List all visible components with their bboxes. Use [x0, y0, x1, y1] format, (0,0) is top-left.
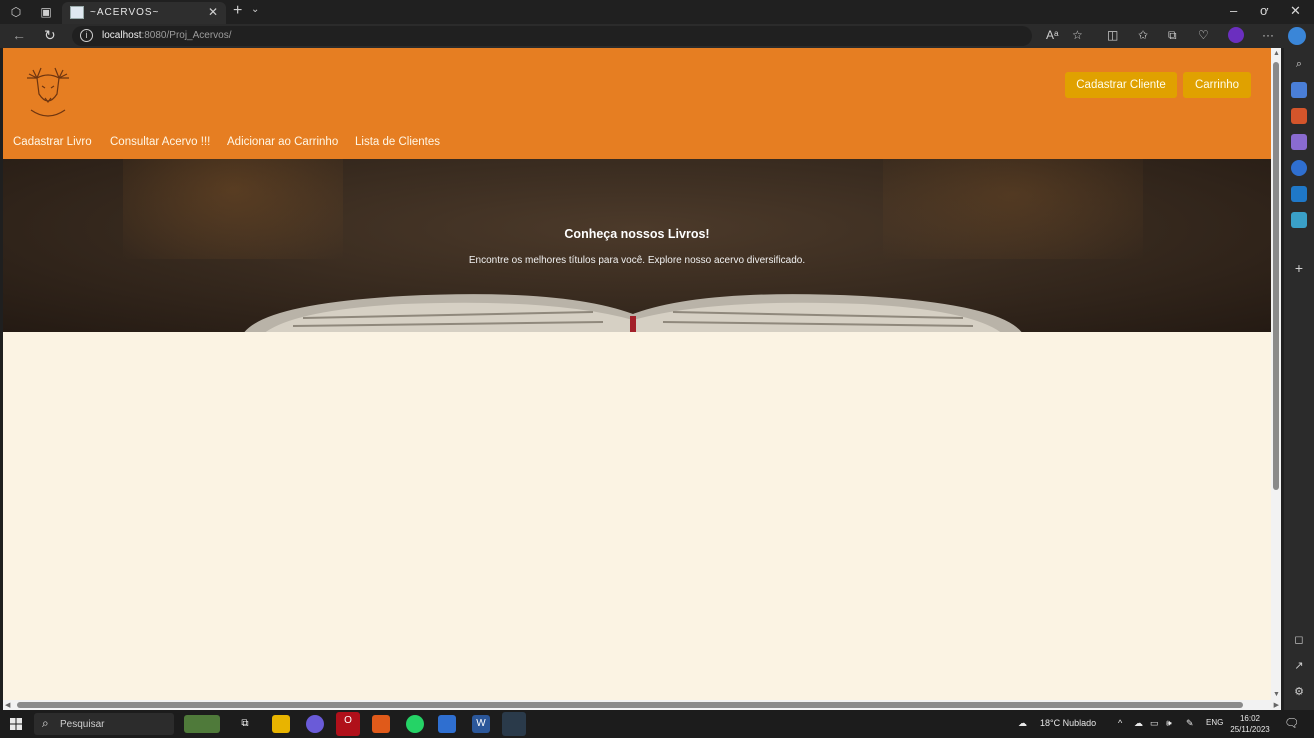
- network-icon[interactable]: ▭: [1150, 718, 1159, 729]
- collections-icon[interactable]: ⧉: [1168, 28, 1177, 43]
- scroll-left-icon[interactable]: ◀: [5, 701, 10, 709]
- site-header: Cadastrar Cliente Carrinho Cadastrar Liv…: [3, 48, 1271, 159]
- cadastrar-cliente-button[interactable]: Cadastrar Cliente: [1065, 72, 1177, 98]
- back-icon[interactable]: ←: [12, 27, 26, 43]
- close-tab-icon[interactable]: ✕: [208, 5, 218, 19]
- volume-icon[interactable]: 🕪: [1166, 718, 1172, 729]
- tools-icon[interactable]: [1291, 108, 1307, 124]
- add-sidebar-app-icon[interactable]: +: [1291, 260, 1307, 276]
- whatsapp-icon[interactable]: [406, 715, 424, 733]
- address-bar[interactable]: i localhost:8080/Proj_Acervos/: [72, 26, 1032, 46]
- favorites-icon[interactable]: ✩: [1138, 28, 1148, 42]
- tab-actions-icon[interactable]: ▣: [38, 4, 54, 20]
- read-aloud-icon[interactable]: Aᵃ: [1046, 28, 1058, 42]
- scroll-down-icon[interactable]: ▼: [1273, 691, 1280, 698]
- workspaces-icon[interactable]: ⬡: [8, 4, 24, 20]
- new-tab-icon[interactable]: +: [233, 2, 242, 20]
- word-icon[interactable]: W: [472, 715, 490, 733]
- profile-avatar[interactable]: [1228, 27, 1244, 43]
- tab-title: ~ACERVOS~: [90, 7, 160, 18]
- page-favicon-icon: [70, 6, 84, 19]
- horizontal-scrollbar[interactable]: ◀ ▶: [3, 700, 1281, 710]
- clock-time: 16:02: [1239, 714, 1261, 723]
- url-text: localhost:8080/Proj_Acervos/: [102, 30, 232, 41]
- games-icon[interactable]: [1291, 134, 1307, 150]
- chrome-app-icon[interactable]: [306, 715, 324, 733]
- acervos-deer-logo: [27, 67, 69, 117]
- split-screen-icon[interactable]: ◫: [1107, 28, 1118, 42]
- edge-sidebar: ⌕ + ◻ ↗ ⚙: [1284, 48, 1314, 710]
- sidebar-layout-icon[interactable]: ◻: [1291, 632, 1307, 648]
- system-clock[interactable]: 16:02 25/11/2023: [1230, 713, 1270, 735]
- page-viewport: Cadastrar Cliente Carrinho Cadastrar Liv…: [3, 48, 1271, 700]
- browser-tab-active[interactable]: ~ACERVOS~ ✕: [62, 2, 226, 24]
- hero-bokeh: [883, 159, 1143, 259]
- browser-essentials-icon[interactable]: ♡: [1198, 28, 1209, 42]
- vertical-scrollbar[interactable]: ▲ ▼: [1271, 48, 1281, 700]
- hero-banner: Conheça nossos Livros! Encontre os melho…: [3, 159, 1271, 332]
- sidebar-settings-icon[interactable]: ⚙: [1291, 684, 1307, 700]
- file-explorer-icon[interactable]: [272, 715, 290, 733]
- hero-subtitle: Encontre os melhores títulos para você. …: [468, 255, 806, 266]
- xampp-icon[interactable]: [372, 715, 390, 733]
- tray-chevron-icon[interactable]: ^: [1118, 718, 1122, 728]
- nav-link-cadastrar-livro[interactable]: Cadastrar Livro: [13, 136, 92, 148]
- open-book-image: [244, 294, 1022, 332]
- clock-date: 25/11/2023: [1230, 725, 1270, 734]
- taskbar-search-box[interactable]: ⌕ Pesquisar: [34, 713, 174, 735]
- nav-link-lista-clientes[interactable]: Lista de Clientes: [355, 136, 440, 148]
- weather-text[interactable]: 18°C Nublado: [1040, 718, 1096, 728]
- nav-link-adicionar-carrinho[interactable]: Adicionar ao Carrinho: [227, 136, 338, 148]
- weather-icon[interactable]: ☁: [1018, 718, 1027, 729]
- horizontal-scroll-thumb[interactable]: [17, 702, 1243, 708]
- search-icon[interactable]: ⌕: [1291, 56, 1307, 72]
- search-icon: ⌕: [42, 716, 49, 730]
- favorite-star-icon[interactable]: ☆: [1072, 28, 1083, 42]
- outlook-icon[interactable]: [1291, 186, 1307, 202]
- taskbar-search-placeholder: Pesquisar: [60, 719, 105, 730]
- language-indicator[interactable]: ENG: [1206, 718, 1223, 727]
- cloud-icon[interactable]: ☁: [1134, 718, 1143, 729]
- notifications-icon[interactable]: 🗨: [1284, 716, 1299, 730]
- shopping-icon[interactable]: [1291, 82, 1307, 98]
- microsoft-365-icon[interactable]: [1291, 160, 1307, 176]
- browser-toolbar: ← ↻ i localhost:8080/Proj_Acervos/ Aᵃ ☆ …: [0, 24, 1314, 48]
- scroll-up-icon[interactable]: ▲: [1273, 50, 1280, 57]
- close-window-icon[interactable]: ✕: [1290, 3, 1301, 19]
- windows-start-icon[interactable]: [10, 718, 22, 730]
- vertical-scroll-thumb[interactable]: [1273, 62, 1279, 490]
- hero-title: Conheça nossos Livros!: [564, 227, 710, 241]
- windows-taskbar: ⌕ Pesquisar ⧉ O W ☁ 18°C Nublado ^ ☁ ▭ 🕪…: [0, 710, 1314, 738]
- tab-list-chevron-icon[interactable]: ⌄: [251, 4, 259, 15]
- refresh-icon[interactable]: ↻: [44, 27, 56, 44]
- widgets-image-icon[interactable]: [184, 715, 220, 733]
- drop-icon[interactable]: [1291, 212, 1307, 228]
- pen-icon[interactable]: ✎: [1186, 718, 1194, 729]
- security-app-icon[interactable]: [438, 715, 456, 733]
- minimize-icon[interactable]: –: [1230, 3, 1237, 18]
- browser-tab-bar: ⬡ ▣ ~ACERVOS~ ✕ + ⌄ – ơ ✕: [0, 0, 1314, 24]
- carrinho-button[interactable]: Carrinho: [1183, 72, 1251, 98]
- edge-taskbar-icon[interactable]: [502, 712, 526, 736]
- site-info-icon[interactable]: i: [80, 29, 93, 42]
- more-options-icon[interactable]: ···: [1262, 28, 1274, 42]
- nav-link-consultar-acervo[interactable]: Consultar Acervo !!!: [110, 136, 210, 148]
- copilot-icon[interactable]: [1288, 27, 1306, 45]
- opera-icon[interactable]: O: [336, 712, 360, 736]
- scroll-right-icon[interactable]: ▶: [1274, 701, 1279, 709]
- task-view-icon[interactable]: ⧉: [236, 715, 254, 733]
- hero-bokeh: [123, 159, 343, 259]
- open-external-icon[interactable]: ↗: [1291, 658, 1307, 674]
- restore-icon[interactable]: ơ: [1260, 3, 1269, 18]
